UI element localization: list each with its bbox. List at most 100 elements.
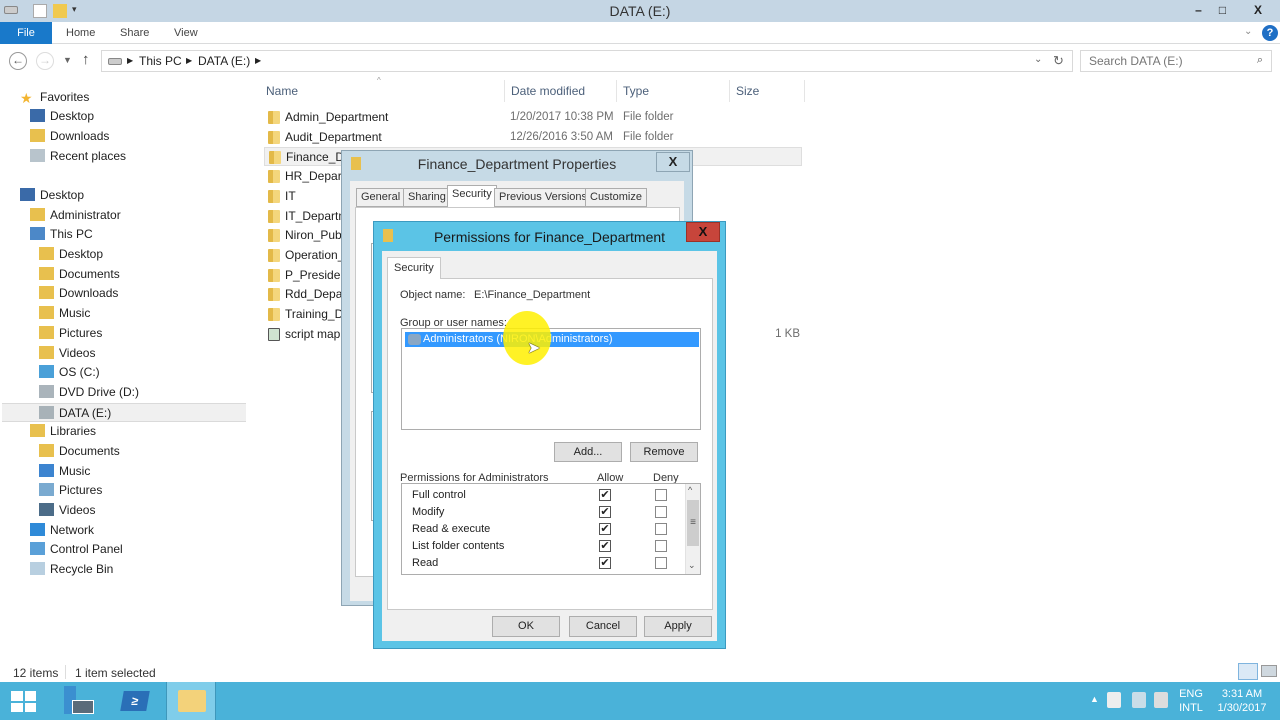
expand-ribbon-icon[interactable]: ⌄ (1244, 26, 1252, 37)
deny-checkbox[interactable] (655, 557, 667, 569)
powershell-button[interactable]: ≥ (112, 682, 168, 720)
scroll-thumb[interactable]: ≡ (687, 500, 699, 546)
tab-security[interactable]: Security (447, 185, 497, 208)
scroll-up-icon[interactable]: ^ (688, 485, 692, 495)
permissions-close-button[interactable]: X (686, 222, 720, 242)
file-row[interactable]: Admin_Department 1/20/2017 10:38 PM File f… (264, 108, 802, 127)
sidebar-item-music[interactable]: Music (39, 462, 90, 481)
sidebar-item-os-c[interactable]: OS (C:) (39, 363, 100, 382)
tab-security[interactable]: Security (387, 257, 441, 279)
add-button[interactable]: Add... (554, 442, 622, 462)
allow-checkbox[interactable]: ✔ (599, 540, 611, 552)
column-separator[interactable] (729, 80, 730, 102)
tab-customize[interactable]: Customize (585, 188, 647, 207)
permissions-scrollbar[interactable]: ^ ≡ ⌄ (685, 484, 700, 574)
breadcrumb-data-e[interactable]: DATA (E:) (198, 54, 250, 68)
tab-share[interactable]: Share (110, 22, 159, 44)
close-button[interactable]: X (1240, 0, 1276, 20)
sidebar-item-pictures[interactable]: Pictures (39, 481, 102, 500)
up-button[interactable]: ↑ (82, 51, 90, 68)
back-button[interactable]: ← (9, 52, 27, 70)
allow-checkbox[interactable]: ✔ (599, 506, 611, 518)
sidebar-item-videos[interactable]: Videos (39, 501, 95, 520)
column-size[interactable]: Size (736, 84, 759, 98)
file-explorer-button[interactable] (166, 682, 216, 720)
file-row[interactable]: Audit_Department 12/26/2016 3:50 AM File f… (264, 128, 802, 147)
properties-close-button[interactable]: X (656, 152, 690, 172)
search-icon[interactable]: ⌕ (1257, 54, 1263, 67)
deny-checkbox[interactable] (655, 489, 667, 501)
remove-button[interactable]: Remove (630, 442, 698, 462)
help-icon[interactable]: ? (1262, 25, 1278, 41)
column-type[interactable]: Type (623, 84, 649, 98)
tab-home[interactable]: Home (56, 22, 105, 44)
sidebar-item-desktop[interactable]: Desktop (39, 245, 103, 264)
group-item-administrators[interactable]: Administrators (NIRON\Administrators) (405, 332, 699, 347)
sidebar-item-label: Documents (59, 267, 120, 281)
tab-general[interactable]: General (356, 188, 406, 207)
sidebar-item-favorites[interactable]: ★ Favorites (20, 88, 89, 107)
sidebar-item-documents[interactable]: Documents (39, 442, 120, 461)
column-separator[interactable] (504, 80, 505, 102)
apply-button[interactable]: Apply (644, 616, 712, 637)
address-bar[interactable]: ▶ This PC ▶ DATA (E:) ▶ ⌄ ↻ (101, 50, 1073, 72)
sidebar-item-libraries[interactable]: Libraries (30, 422, 96, 441)
start-button[interactable] (0, 682, 56, 720)
sidebar-item-desktop[interactable]: Desktop (30, 107, 94, 126)
ok-button[interactable]: OK (492, 616, 560, 637)
column-name[interactable]: Name (266, 84, 298, 98)
action-center-flag-icon[interactable] (1107, 692, 1121, 708)
server-manager-button[interactable] (56, 682, 112, 720)
tab-previous-versions[interactable]: Previous Versions (494, 188, 593, 207)
sidebar-item-administrator[interactable]: Administrator (30, 206, 121, 225)
maximize-button[interactable]: □ (1209, 0, 1236, 20)
allow-checkbox[interactable]: ✔ (599, 523, 611, 535)
sidebar-item-downloads[interactable]: Downloads (39, 284, 118, 303)
breadcrumb-this-pc[interactable]: This PC (139, 54, 182, 68)
allow-checkbox[interactable]: ✔ (599, 489, 611, 501)
sidebar-item-music[interactable]: Music (39, 304, 90, 323)
minimize-button[interactable]: – (1185, 0, 1212, 20)
show-hidden-icons-button[interactable]: ▲ (1090, 694, 1099, 704)
forward-button[interactable]: → (36, 52, 54, 70)
language-indicator[interactable]: ENG INTL (1175, 687, 1207, 715)
cancel-button[interactable]: Cancel (569, 616, 637, 637)
sidebar-item-network[interactable]: Network (30, 521, 94, 540)
scroll-down-icon[interactable]: ⌄ (688, 560, 696, 571)
sidebar-item-this-pc[interactable]: This PC (30, 225, 93, 244)
sidebar-item-data-e[interactable]: DATA (E:) (2, 403, 246, 422)
volume-muted-icon[interactable] (1154, 692, 1168, 708)
network-warning-icon[interactable] (1132, 692, 1146, 708)
details-view-button[interactable] (1238, 663, 1258, 680)
tab-file[interactable]: File (0, 22, 52, 44)
sidebar-item-dvd-drive-d[interactable]: DVD Drive (D:) (39, 383, 139, 402)
sidebar-item-documents[interactable]: Documents (39, 265, 120, 284)
refresh-icon[interactable]: ↻ (1053, 53, 1064, 69)
group-user-list[interactable]: Administrators (NIRON\Administrators) (401, 328, 701, 430)
column-separator[interactable] (616, 80, 617, 102)
allow-checkbox[interactable]: ✔ (599, 557, 611, 569)
sidebar-item-downloads[interactable]: Downloads (30, 127, 109, 146)
sidebar-item-videos[interactable]: Videos (39, 344, 95, 363)
deny-checkbox[interactable] (655, 523, 667, 535)
powershell-icon: ≥ (120, 691, 150, 711)
recent-locations-icon[interactable]: ▼ (63, 55, 72, 65)
sidebar-item-pictures[interactable]: Pictures (39, 324, 102, 343)
clock[interactable]: 3:31 AM 1/30/2017 (1212, 687, 1272, 715)
sidebar-item-recent-places[interactable]: Recent places (30, 147, 126, 166)
address-dropdown-icon[interactable]: ⌄ (1034, 54, 1042, 65)
permission-row: List folder contents ✔ (402, 538, 687, 555)
column-separator[interactable] (804, 80, 805, 102)
tab-sharing[interactable]: Sharing (403, 188, 451, 207)
sidebar-item-recycle-bin[interactable]: Recycle Bin (30, 560, 113, 579)
deny-checkbox[interactable] (655, 540, 667, 552)
sidebar-item-desktop[interactable]: Desktop (20, 186, 84, 205)
large-icons-view-button[interactable] (1261, 665, 1277, 677)
column-date-modified[interactable]: Date modified (511, 84, 585, 98)
tab-view[interactable]: View (164, 22, 208, 44)
search-box[interactable]: ⌕ (1080, 50, 1272, 72)
deny-checkbox[interactable] (655, 506, 667, 518)
file-name: Operation_ (285, 247, 345, 262)
search-input[interactable] (1089, 54, 1249, 68)
sidebar-item-control-panel[interactable]: Control Panel (30, 540, 123, 559)
